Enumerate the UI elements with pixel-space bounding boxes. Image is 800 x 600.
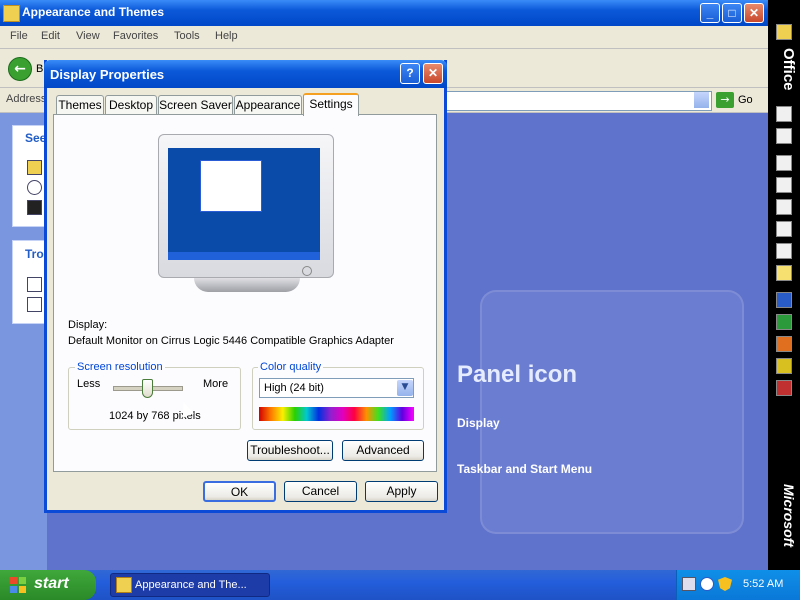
taskbar-start-menu-link[interactable]: Taskbar and Start Menu: [457, 462, 592, 476]
tab-appearance[interactable]: Appearance: [234, 95, 302, 115]
access-icon[interactable]: [776, 380, 792, 396]
cancel-button[interactable]: Cancel: [284, 481, 357, 502]
menu-file[interactable]: File: [10, 30, 28, 42]
folder-icon[interactable]: [27, 160, 42, 175]
troubleshooters-title: Tro: [25, 247, 44, 261]
screen-icon[interactable]: [27, 200, 42, 215]
office-folder-icon[interactable]: [776, 24, 792, 40]
more-label: More: [203, 378, 229, 390]
address-dropdown-button[interactable]: [694, 92, 709, 108]
menu-view[interactable]: View: [76, 30, 100, 42]
back-arrow-icon[interactable]: ←: [8, 57, 32, 81]
new-document-icon[interactable]: [776, 106, 792, 122]
ok-button[interactable]: OK: [203, 481, 276, 502]
folder-icon: [3, 5, 20, 22]
apply-button[interactable]: Apply: [365, 481, 438, 502]
calendar-icon[interactable]: [776, 177, 792, 193]
help-icon[interactable]: [27, 297, 42, 312]
menu-help[interactable]: Help: [215, 30, 238, 42]
close-button[interactable]: ✕: [744, 3, 764, 23]
outlook-icon[interactable]: [776, 358, 792, 374]
contact-icon[interactable]: [776, 221, 792, 237]
chevron-down-icon[interactable]: ▼: [397, 380, 413, 396]
display-device: Default Monitor on Cirrus Logic 5446 Com…: [68, 335, 394, 347]
help-button[interactable]: ?: [400, 63, 420, 84]
dialog-close-button[interactable]: ✕: [423, 63, 443, 84]
dialog-title: Display Properties: [50, 67, 165, 82]
tab-settings[interactable]: Settings: [303, 93, 359, 116]
folder-icon: [116, 577, 132, 593]
powerpoint-icon[interactable]: [776, 336, 792, 352]
display-link[interactable]: Display: [457, 416, 500, 430]
preview-window: [200, 160, 262, 212]
back-circle-icon[interactable]: [700, 577, 714, 591]
address-label: Address: [6, 93, 47, 105]
office-bar-label: Office: [780, 48, 797, 91]
screen-resolution-legend: Screen resolution: [75, 361, 165, 373]
control-panel-watermark: [480, 290, 744, 534]
tab-screen-saver[interactable]: Screen Saver: [158, 95, 233, 115]
windows-flag-icon: [10, 577, 26, 593]
excel-icon[interactable]: [776, 314, 792, 330]
resolution-slider-thumb[interactable]: [142, 379, 153, 398]
color-spectrum-bar: [259, 407, 414, 421]
menu-tools[interactable]: Tools: [174, 30, 200, 42]
note-icon[interactable]: [776, 265, 792, 281]
journal-icon[interactable]: [776, 243, 792, 259]
maximize-button[interactable]: □: [722, 3, 742, 23]
less-label: Less: [77, 378, 101, 390]
color-quality-value: High (24 bit): [264, 382, 324, 394]
troubleshoot-button[interactable]: Troubleshoot...: [247, 440, 333, 461]
word-icon[interactable]: [776, 292, 792, 308]
minimize-button[interactable]: _: [700, 3, 720, 23]
address-input[interactable]: [446, 91, 712, 111]
monitor-power-icon: [302, 266, 312, 276]
open-document-icon[interactable]: [776, 128, 792, 144]
microsoft-label: Microsoft: [781, 484, 797, 547]
preview-taskbar: [168, 252, 320, 260]
color-quality-legend: Color quality: [258, 361, 324, 373]
explorer-title-bar[interactable]: Appearance and Themes _ □ ✕: [0, 0, 768, 26]
monitor-stand: [194, 278, 300, 292]
go-arrow-icon[interactable]: →: [716, 92, 734, 108]
display-label: Display:: [68, 319, 108, 331]
menu-edit[interactable]: Edit: [41, 30, 60, 42]
tab-desktop[interactable]: Desktop: [105, 95, 157, 115]
menu-bar: File Edit View Favorites Tools Help: [0, 26, 768, 71]
go-button[interactable]: Go: [738, 94, 753, 106]
explorer-title: Appearance and Themes: [22, 5, 165, 19]
task-icon[interactable]: [776, 199, 792, 215]
keyboard-icon[interactable]: [682, 577, 696, 591]
taskbar-item-label: Appearance and The...: [135, 579, 247, 591]
tab-themes[interactable]: Themes: [56, 95, 104, 115]
clock[interactable]: 5:52 AM: [743, 578, 783, 590]
mail-icon[interactable]: [776, 155, 792, 171]
panel-icon-heading: Panel icon: [457, 361, 578, 388]
clock-icon[interactable]: [27, 180, 42, 195]
start-label[interactable]: start: [34, 575, 69, 593]
advanced-button[interactable]: Advanced: [342, 440, 424, 461]
help-icon[interactable]: [27, 277, 42, 292]
back-label[interactable]: B: [36, 63, 43, 75]
menu-favorites[interactable]: Favorites: [113, 30, 158, 42]
